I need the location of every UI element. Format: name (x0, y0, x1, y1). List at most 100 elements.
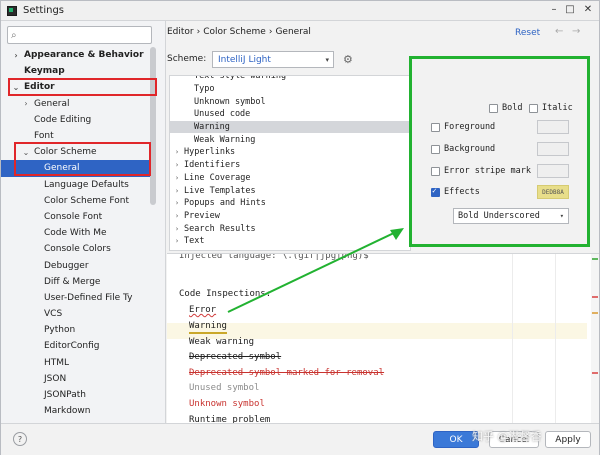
option-item[interactable]: Unknown symbol (170, 95, 410, 108)
option-item[interactable]: ›Preview (170, 210, 410, 223)
search-icon: ⌕ (11, 30, 17, 41)
chevron-icon[interactable]: › (11, 51, 21, 60)
scheme-select[interactable]: IntelliJ Light ▾ (212, 51, 334, 68)
sidebar-item[interactable]: JSONPath (1, 387, 156, 403)
sidebar-item-label: Appearance & Behavior (24, 50, 144, 60)
guide-line (512, 254, 513, 423)
preview-line: Deprecated symbol marked for removal (189, 368, 384, 378)
preview-line: Runtime problem (189, 415, 270, 423)
sidebar-item[interactable]: Debugger (1, 257, 156, 273)
option-item[interactable]: ›Popups and Hints (170, 197, 410, 210)
sidebar-item[interactable]: ›General (1, 96, 156, 112)
breadcrumb: Editor › Color Scheme › General (167, 27, 311, 37)
sidebar-item[interactable]: Python (1, 322, 156, 338)
preview-line: Injected language: \.(gif|jpg|png)$ (179, 253, 369, 261)
forward-arrow-icon[interactable]: → (572, 26, 580, 37)
stripe-mark (592, 372, 598, 374)
sidebar-item[interactable]: Console Colors (1, 241, 156, 257)
sidebar-item[interactable]: HTML (1, 355, 156, 371)
chevron-icon[interactable]: › (21, 99, 31, 108)
sidebar-item-label: Keymap (24, 66, 65, 76)
preview-scrollbar[interactable] (591, 254, 599, 423)
option-item[interactable]: Typo (170, 83, 410, 96)
sidebar-item-label: JSON (44, 374, 66, 384)
preview-line: Deprecated symbol (189, 352, 281, 362)
option-label: Live Templates (184, 186, 256, 196)
sidebar-item[interactable]: ›Appearance & Behavior (1, 47, 156, 63)
sidebar-item[interactable]: User-Defined File Ty (1, 290, 156, 306)
option-label: Search Results (184, 224, 256, 234)
sidebar-item-label: Color Scheme Font (44, 196, 129, 206)
breadcrumb-separator: › (197, 27, 201, 37)
breadcrumb-general: General (275, 27, 310, 37)
option-item[interactable]: Warning (170, 121, 410, 134)
sidebar-item-label: Debugger (44, 261, 89, 271)
sidebar-item[interactable]: Language Defaults (1, 177, 156, 193)
close-icon[interactable]: ✕ (581, 4, 595, 15)
option-item[interactable]: Unused code (170, 108, 410, 121)
option-label: Unused code (194, 109, 250, 119)
option-item[interactable]: ›Text (170, 235, 410, 248)
option-item[interactable]: ›Search Results (170, 222, 410, 235)
sidebar-item-label: VCS (44, 309, 62, 319)
option-label: Typo (194, 84, 214, 94)
chevron-right-icon[interactable]: › (170, 161, 184, 169)
stripe-mark (592, 258, 598, 260)
sidebar-item[interactable]: Color Scheme Font (1, 193, 156, 209)
preview-line: Warning (189, 321, 227, 334)
sidebar-item-label: HTML (44, 358, 69, 368)
option-item[interactable]: ›Hyperlinks (170, 146, 410, 159)
chevron-right-icon[interactable]: › (170, 225, 184, 233)
option-label: Warning (194, 122, 230, 132)
option-label: Identifiers (184, 160, 240, 170)
reset-link[interactable]: Reset (515, 28, 540, 38)
option-item[interactable]: Weak Warning (170, 133, 410, 146)
sidebar-item-label: Code With Me (44, 228, 107, 238)
sidebar-item-label: Python (44, 325, 75, 335)
gear-icon[interactable]: ⚙ (343, 53, 353, 66)
sidebar-item[interactable]: Code With Me (1, 225, 156, 241)
back-arrow-icon[interactable]: ← (555, 26, 563, 37)
color-scheme-highlight-box (14, 142, 151, 176)
sidebar-item[interactable]: Console Font (1, 209, 156, 225)
preview-editor[interactable]: Injected language: \.(gif|jpg|png)$Code … (167, 253, 599, 423)
scheme-label: Scheme: (167, 54, 206, 64)
option-item[interactable]: ›Live Templates (170, 184, 410, 197)
breadcrumb-color-scheme: Color Scheme (203, 27, 266, 37)
guide-line (555, 254, 556, 423)
chevron-right-icon[interactable]: › (170, 174, 184, 182)
sidebar-item[interactable]: Keymap (1, 63, 156, 79)
sidebar-item[interactable]: Diff & Merge (1, 274, 156, 290)
option-label: Preview (184, 211, 220, 221)
option-item[interactable]: ›Line Coverage (170, 172, 410, 185)
search-input[interactable]: ⌕ (7, 26, 152, 44)
apply-button[interactable]: Apply (545, 431, 591, 448)
chevron-right-icon[interactable]: › (170, 212, 184, 220)
chevron-down-icon: ▾ (325, 56, 329, 64)
title-bar: Settings – □ ✕ (1, 1, 599, 21)
sidebar-scrollbar[interactable] (150, 47, 156, 205)
option-item[interactable]: Text style warning (170, 75, 410, 83)
sidebar-item-label: Markdown (44, 406, 90, 416)
chevron-right-icon[interactable]: › (170, 187, 184, 195)
option-item[interactable]: ›Identifiers (170, 159, 410, 172)
sidebar-item-label: Console Font (44, 212, 102, 222)
chevron-right-icon[interactable]: › (170, 148, 184, 156)
option-label: Unknown symbol (194, 97, 266, 107)
preview-line: Unknown symbol (189, 399, 265, 409)
help-icon[interactable]: ? (13, 432, 27, 446)
minimize-icon[interactable]: – (547, 4, 561, 15)
maximize-icon[interactable]: □ (563, 4, 577, 15)
window-title: Settings (23, 5, 64, 16)
sidebar-item-label: JSONPath (44, 390, 86, 400)
breadcrumb-separator: › (269, 27, 273, 37)
sidebar-item[interactable]: VCS (1, 306, 156, 322)
sidebar-item[interactable]: JSON (1, 371, 156, 387)
sidebar-item[interactable]: Markdown (1, 403, 156, 419)
chevron-right-icon[interactable]: › (170, 237, 184, 245)
preview-line: Weak warning (189, 337, 254, 347)
app-icon (7, 6, 17, 16)
sidebar-item[interactable]: Code Editing (1, 112, 156, 128)
sidebar-item[interactable]: EditorConfig (1, 338, 156, 354)
chevron-right-icon[interactable]: › (170, 199, 184, 207)
